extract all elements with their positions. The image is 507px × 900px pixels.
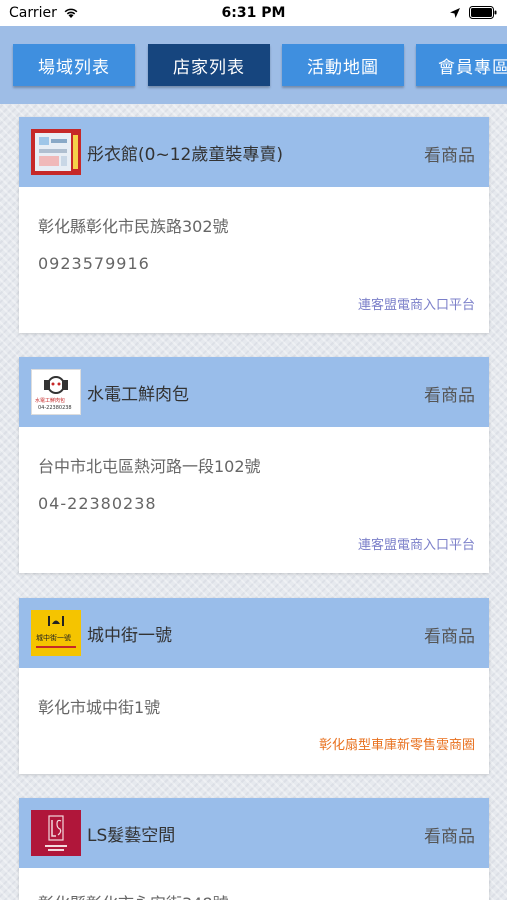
store-card-body: 彰化市城中街1號 彰化扇型車庫新零售雲商圈 bbox=[19, 668, 489, 774]
store-address: 彰化縣彰化市永安街348號 bbox=[38, 890, 229, 900]
view-products-link[interactable]: 看商品 bbox=[424, 822, 475, 847]
store-address: 彰化縣彰化市民族路302號 bbox=[38, 217, 229, 236]
store-card-body: 彰化縣彰化市民族路302號 0923579916 連客盟電商入口平台 bbox=[19, 187, 489, 333]
store-card-header: 城中街一號 城中街一號 看商品 bbox=[19, 598, 489, 668]
top-tab-bar: 場域列表 店家列表 活動地圖 會員專區 bbox=[0, 26, 507, 104]
store-name: 彤衣館(0~12歲童裝專賣) bbox=[87, 144, 283, 165]
store-card[interactable]: 城中街一號 城中街一號 看商品 彰化市城中街1號 彰化扇型車庫新零售雲商圈 bbox=[19, 598, 489, 774]
store-platform-link[interactable]: 連客盟電商入口平台 bbox=[358, 294, 475, 313]
store-card[interactable]: LS髮藝空間 看商品 彰化縣彰化市永安街348號 bbox=[19, 798, 489, 900]
dining-icon bbox=[48, 616, 64, 626]
store-thumbnail: 城中街一號 bbox=[31, 610, 81, 656]
battery-icon bbox=[469, 6, 497, 19]
store-thumbnail bbox=[31, 129, 81, 175]
status-bar: Carrier 6:31 PM bbox=[0, 0, 507, 26]
store-card-header: 彤衣館(0~12歲童裝專賣) 看商品 bbox=[19, 117, 489, 187]
store-name: LS髮藝空間 bbox=[87, 825, 176, 846]
store-list[interactable]: 彤衣館(0~12歲童裝專賣) 看商品 彰化縣彰化市民族路302號 0923579… bbox=[0, 104, 507, 900]
store-thumbnail: 水電工鮮肉包 04-22380238 bbox=[31, 369, 81, 415]
tab-venue-list[interactable]: 場域列表 bbox=[13, 44, 135, 86]
view-products-link[interactable]: 看商品 bbox=[424, 141, 475, 166]
shop-mascot-icon bbox=[44, 376, 68, 394]
store-phone[interactable]: 04-22380238 bbox=[38, 494, 157, 513]
store-platform-link[interactable]: 彰化扇型車庫新零售雲商圈 bbox=[319, 734, 475, 753]
store-thumbnail bbox=[31, 810, 81, 856]
store-address: 台中市北屯區熱河路一段102號 bbox=[38, 457, 261, 476]
store-phone[interactable]: 0923579916 bbox=[38, 254, 150, 273]
store-address: 彰化市城中街1號 bbox=[38, 698, 161, 717]
store-card-body: 彰化縣彰化市永安街348號 bbox=[19, 868, 489, 900]
store-card-header: LS髮藝空間 看商品 bbox=[19, 798, 489, 868]
view-products-link[interactable]: 看商品 bbox=[424, 622, 475, 647]
store-card-header: 水電工鮮肉包 04-22380238 水電工鮮肉包 看商品 bbox=[19, 357, 489, 427]
store-name: 水電工鮮肉包 bbox=[87, 384, 189, 405]
store-card[interactable]: 水電工鮮肉包 04-22380238 水電工鮮肉包 看商品 台中市北屯區熱河路一… bbox=[19, 357, 489, 573]
tab-store-list[interactable]: 店家列表 bbox=[148, 44, 270, 86]
tab-event-map[interactable]: 活動地圖 bbox=[282, 44, 404, 86]
store-card[interactable]: 彤衣館(0~12歲童裝專賣) 看商品 彰化縣彰化市民族路302號 0923579… bbox=[19, 117, 489, 333]
logo-text: 城中街一號 bbox=[36, 634, 71, 642]
tab-member-area[interactable]: 會員專區 bbox=[416, 44, 507, 86]
location-arrow-icon bbox=[450, 7, 460, 18]
logo-divider bbox=[36, 646, 76, 648]
store-platform-link[interactable]: 連客盟電商入口平台 bbox=[358, 534, 475, 553]
store-name: 城中街一號 bbox=[87, 625, 172, 646]
status-right bbox=[449, 6, 497, 19]
logo-text: 水電工鮮肉包 bbox=[35, 398, 66, 404]
status-time: 6:31 PM bbox=[221, 5, 286, 21]
store-card-body: 台中市北屯區熱河路一段102號 04-22380238 連客盟電商入口平台 bbox=[19, 427, 489, 573]
view-products-link[interactable]: 看商品 bbox=[424, 381, 475, 406]
logo-phone: 04-22380238 bbox=[38, 405, 72, 411]
